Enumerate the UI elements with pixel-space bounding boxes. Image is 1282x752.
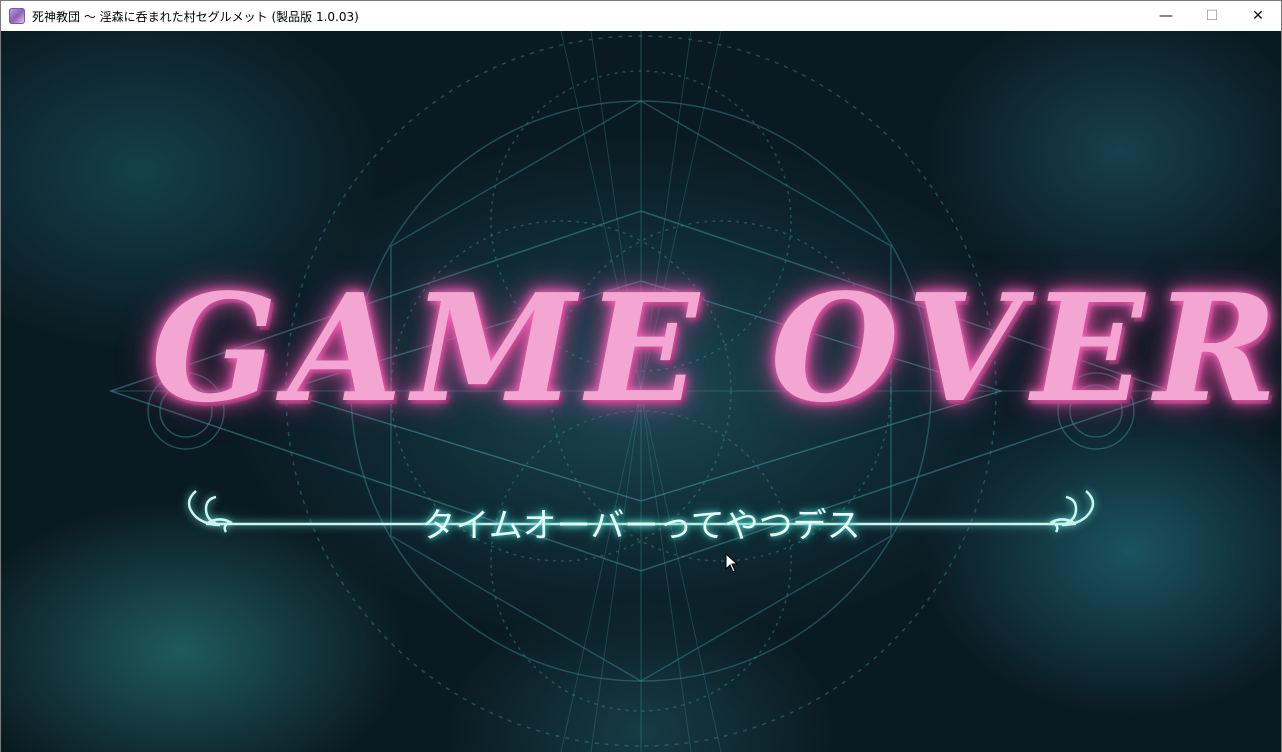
minimize-icon: —	[1159, 8, 1173, 24]
game-window: 死神教団 ～ 淫森に呑まれた村セグルメット (製品版 1.0.03) — ☐ ✕	[0, 0, 1282, 752]
title-bar[interactable]: 死神教団 ～ 淫森に呑まれた村セグルメット (製品版 1.0.03) — ☐ ✕	[1, 1, 1281, 31]
maximize-icon: ☐	[1205, 8, 1219, 24]
game-canvas[interactable]: GAME OVER タイムオーバーってやつデス	[1, 31, 1281, 752]
window-controls: — ☐ ✕	[1143, 1, 1281, 31]
minimize-button[interactable]: —	[1143, 1, 1189, 31]
game-over-subtitle: タイムオーバーってやつデス	[421, 506, 861, 546]
maximize-button[interactable]: ☐	[1189, 1, 1235, 31]
game-over-title: GAME OVER	[151, 261, 1281, 435]
close-button[interactable]: ✕	[1235, 1, 1281, 31]
close-icon: ✕	[1252, 8, 1264, 24]
mouse-cursor-icon	[725, 553, 739, 573]
app-icon	[9, 8, 25, 24]
window-title: 死神教団 ～ 淫森に呑まれた村セグルメット (製品版 1.0.03)	[32, 9, 359, 24]
